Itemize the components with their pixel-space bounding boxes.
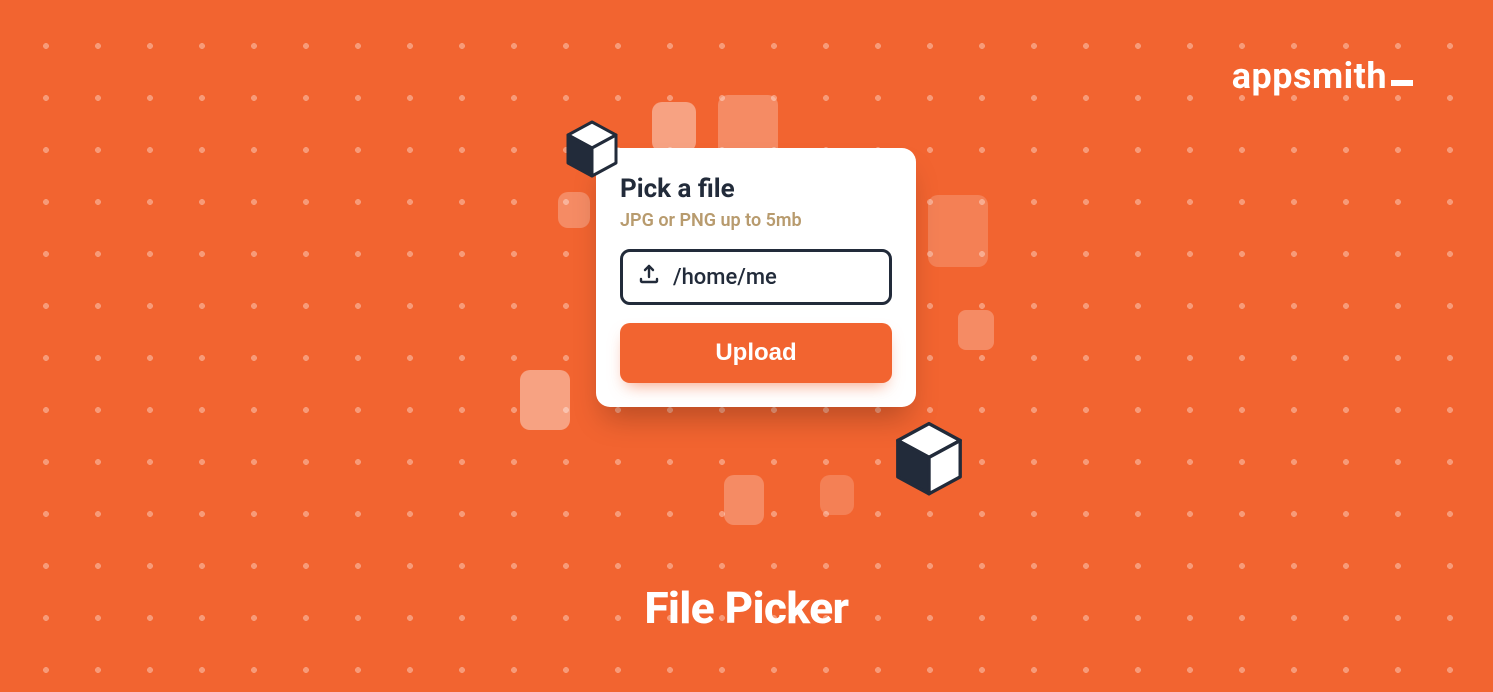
page-caption: File Picker: [0, 582, 1493, 634]
file-path-value: /home/me: [673, 265, 777, 290]
brand-logo: appsmith: [1232, 55, 1413, 97]
upload-icon: [637, 262, 661, 292]
upload-button-label: Upload: [715, 339, 796, 366]
file-picker-card: Pick a file JPG or PNG up to 5mb /home/m…: [596, 148, 916, 407]
brand-cursor-icon: [1391, 80, 1413, 86]
cube-icon: [562, 118, 622, 186]
decor-square: [820, 475, 854, 515]
cube-icon: [890, 418, 968, 506]
decor-square: [928, 195, 988, 267]
decor-square: [652, 102, 696, 152]
file-path-input[interactable]: /home/me: [620, 249, 892, 305]
decor-square: [558, 192, 590, 228]
decor-square: [958, 310, 994, 350]
brand-name: appsmith: [1232, 55, 1387, 97]
decor-square: [724, 475, 764, 525]
decor-square: [520, 370, 570, 430]
upload-button[interactable]: Upload: [620, 323, 892, 383]
card-title: Pick a file: [620, 174, 892, 204]
card-subtitle: JPG or PNG up to 5mb: [620, 210, 892, 231]
